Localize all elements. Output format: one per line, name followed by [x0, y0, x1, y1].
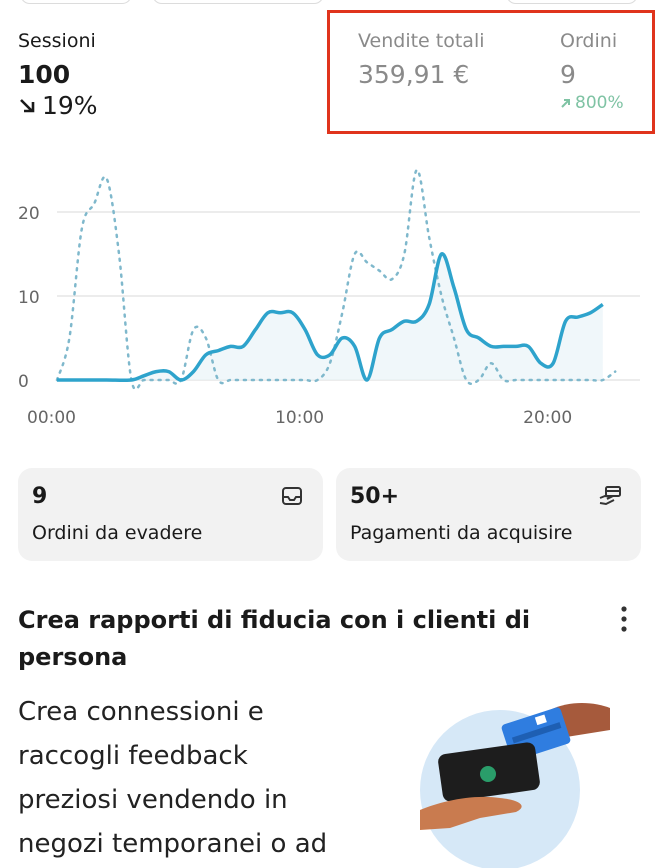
- card-orders-to-fulfill[interactable]: 9 Ordini da evadere: [18, 468, 323, 561]
- metric-sales-value: 359,91 €: [358, 60, 470, 89]
- x-tick-label: 20:00: [523, 408, 572, 428]
- top-filter-pill-2[interactable]: [152, 0, 324, 4]
- metric-sessions[interactable]: Sessioni 100 19%: [18, 30, 98, 120]
- metric-sales[interactable]: Vendite totali 359,91 €: [358, 30, 485, 89]
- card-orders-label: Ordini da evadere: [32, 522, 203, 544]
- y-tick-label: 0: [18, 372, 29, 392]
- metric-orders-value: 9: [560, 60, 576, 89]
- y-tick-label: 10: [18, 288, 40, 308]
- card-payments-label: Pagamenti da acquisire: [350, 522, 573, 544]
- metric-orders[interactable]: Ordini 9 800%: [560, 30, 624, 113]
- hand-payment-icon: [599, 486, 621, 506]
- metric-sessions-change-value: 19%: [42, 91, 98, 120]
- metric-sessions-change: 19%: [18, 91, 98, 120]
- x-tick-label: 00:00: [27, 408, 76, 428]
- metric-sessions-value: 100: [18, 60, 71, 89]
- metric-orders-change: 800%: [560, 93, 624, 113]
- metric-orders-change-value: 800%: [575, 93, 624, 113]
- x-tick-label: 10:00: [275, 408, 324, 428]
- sessions-line-chart: 0 10 20 00:00 10:00 20:00: [18, 168, 640, 428]
- card-orders-value: 9: [32, 484, 48, 509]
- top-filter-pill-3[interactable]: [506, 0, 638, 4]
- more-options-icon[interactable]: [614, 604, 634, 634]
- arrow-up-right-icon: [561, 99, 570, 108]
- y-tick-label: 20: [18, 204, 40, 224]
- card-payments-value: 50+: [350, 484, 400, 509]
- promo-title: Crea rapporti di fiducia con i clienti d…: [18, 606, 531, 671]
- card-payment-illustration: [420, 703, 610, 868]
- metric-orders-label: Ordini: [560, 30, 618, 52]
- metric-sales-label: Vendite totali: [358, 30, 485, 52]
- metric-sessions-label: Sessioni: [18, 30, 96, 52]
- arrow-down-right-icon: [20, 98, 35, 112]
- inbox-icon: [282, 487, 302, 505]
- top-filter-pill-1[interactable]: [20, 0, 132, 4]
- promo-body: Crea connessioni e raccogli feedback pre…: [18, 697, 328, 859]
- card-payments-to-capture[interactable]: 50+ Pagamenti da acquisire: [336, 468, 641, 561]
